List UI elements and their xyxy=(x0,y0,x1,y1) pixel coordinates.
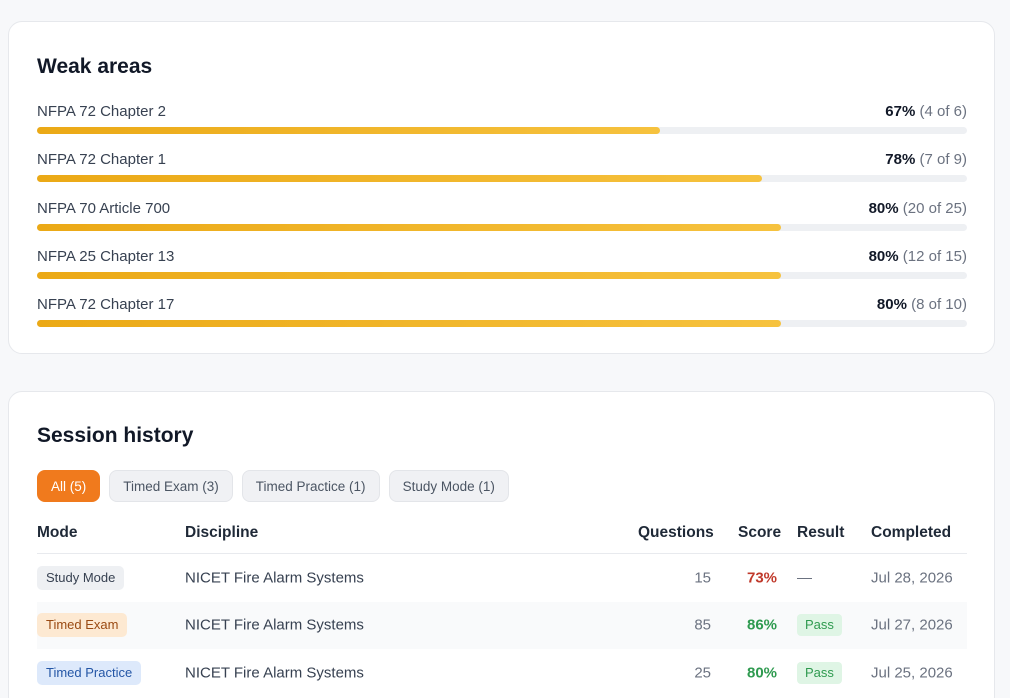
weak-area-stat: 80% (8 of 10) xyxy=(877,295,967,315)
pass-badge: Pass xyxy=(797,614,842,637)
progress-track xyxy=(37,320,967,328)
weak-area-detail: (20 of 25) xyxy=(902,199,967,217)
mode-badge: Timed Practice xyxy=(37,660,142,685)
table-row[interactable]: Timed Exam NICET Fire Alarm Systems 85 8… xyxy=(37,601,967,649)
questions-cell: 15 xyxy=(694,569,711,587)
progress-fill xyxy=(37,175,763,183)
completed-cell: Jul 27, 2026 xyxy=(871,616,953,634)
weak-area-item: NFPA 72 Chapter 1 78% (7 of 9) xyxy=(37,150,967,198)
progress-fill xyxy=(37,223,781,231)
progress-track xyxy=(37,271,967,279)
weak-area-percent: 80% xyxy=(876,296,907,314)
score-cell: 73% xyxy=(747,569,778,587)
result-cell: Pass xyxy=(797,661,842,684)
completed-cell: Jul 28, 2026 xyxy=(871,569,953,587)
weak-area-label: NFPA 72 Chapter 1 xyxy=(37,151,166,169)
weak-area-detail: (4 of 6) xyxy=(919,103,967,120)
weak-area-label: NFPA 72 Chapter 2 xyxy=(37,103,166,120)
progress-fill xyxy=(37,320,781,328)
filter-timed-exam-button[interactable]: Timed Exam (3) xyxy=(109,470,233,502)
weak-area-item: NFPA 72 Chapter 17 80% (8 of 10) xyxy=(37,295,967,343)
column-header-result[interactable]: Result xyxy=(797,524,844,542)
filter-study-mode-button[interactable]: Study Mode (1) xyxy=(388,470,509,502)
weak-area-item: NFPA 72 Chapter 2 67% (4 of 6) xyxy=(37,102,967,150)
weak-area-label: NFPA 72 Chapter 17 xyxy=(37,296,175,314)
weak-areas-title: Weak areas xyxy=(37,55,153,78)
session-filter-bar: All (5) Timed Exam (3) Timed Practice (1… xyxy=(37,470,509,502)
session-history-card: Session history All (5) Timed Exam (3) T… xyxy=(8,391,995,698)
table-header: Mode Discipline Questions Score Result C… xyxy=(37,512,967,554)
table-row[interactable]: Study Mode NICET Fire Alarm Systems 15 7… xyxy=(37,554,967,602)
score-cell: 86% xyxy=(747,616,778,634)
column-header-questions[interactable]: Questions xyxy=(638,524,714,542)
weak-area-label: NFPA 25 Chapter 13 xyxy=(37,247,175,265)
filter-timed-practice-button[interactable]: Timed Practice (1) xyxy=(241,470,380,502)
weak-area-stat: 80% (20 of 25) xyxy=(869,199,967,219)
progress-fill xyxy=(37,127,661,134)
mode-cell: Timed Exam xyxy=(37,613,128,638)
column-header-score[interactable]: Score xyxy=(738,524,781,542)
mode-cell: Study Mode xyxy=(37,565,125,590)
column-header-mode[interactable]: Mode xyxy=(37,524,77,542)
weak-area-percent: 78% xyxy=(885,151,916,169)
weak-area-stat: 67% (4 of 6) xyxy=(885,102,967,122)
progress-fill xyxy=(37,271,781,279)
weak-area-detail: (7 of 9) xyxy=(919,151,967,169)
filter-all-button[interactable]: All (5) xyxy=(37,470,101,502)
result-cell: Pass xyxy=(797,614,842,637)
progress-track xyxy=(37,223,967,231)
progress-track xyxy=(37,127,967,134)
pass-badge: Pass xyxy=(797,661,842,684)
table-row[interactable]: Timed Practice NICET Fire Alarm Systems … xyxy=(37,649,967,697)
weak-area-percent: 67% xyxy=(885,103,916,120)
weak-area-stat: 80% (12 of 15) xyxy=(869,247,967,267)
questions-cell: 25 xyxy=(694,664,711,682)
session-table: Mode Discipline Questions Score Result C… xyxy=(37,512,967,697)
column-header-completed[interactable]: Completed xyxy=(871,524,951,542)
weak-area-detail: (12 of 15) xyxy=(902,247,967,265)
score-cell: 80% xyxy=(747,664,778,682)
column-header-discipline[interactable]: Discipline xyxy=(185,524,258,542)
weak-areas-list: NFPA 72 Chapter 2 67% (4 of 6) NFPA 72 C… xyxy=(37,102,967,343)
progress-track xyxy=(37,175,967,183)
mode-badge: Study Mode xyxy=(37,565,125,590)
discipline-cell: NICET Fire Alarm Systems xyxy=(185,569,364,587)
weak-area-detail: (8 of 10) xyxy=(911,296,967,314)
weak-area-item: NFPA 70 Article 700 80% (20 of 25) xyxy=(37,199,967,247)
weak-area-item: NFPA 25 Chapter 13 80% (12 of 15) xyxy=(37,247,967,295)
questions-cell: 85 xyxy=(694,616,711,634)
completed-cell: Jul 25, 2026 xyxy=(871,664,953,682)
weak-area-label: NFPA 70 Article 700 xyxy=(37,199,171,217)
mode-badge: Timed Exam xyxy=(37,613,128,638)
session-history-title: Session history xyxy=(37,424,194,447)
result-cell: — xyxy=(797,569,812,587)
discipline-cell: NICET Fire Alarm Systems xyxy=(185,664,364,682)
weak-area-percent: 80% xyxy=(868,247,899,265)
weak-area-stat: 78% (7 of 9) xyxy=(885,150,967,170)
mode-cell: Timed Practice xyxy=(37,660,142,685)
discipline-cell: NICET Fire Alarm Systems xyxy=(185,616,364,634)
weak-area-percent: 80% xyxy=(868,199,899,217)
weak-areas-card: Weak areas NFPA 72 Chapter 2 67% (4 of 6… xyxy=(8,21,995,354)
